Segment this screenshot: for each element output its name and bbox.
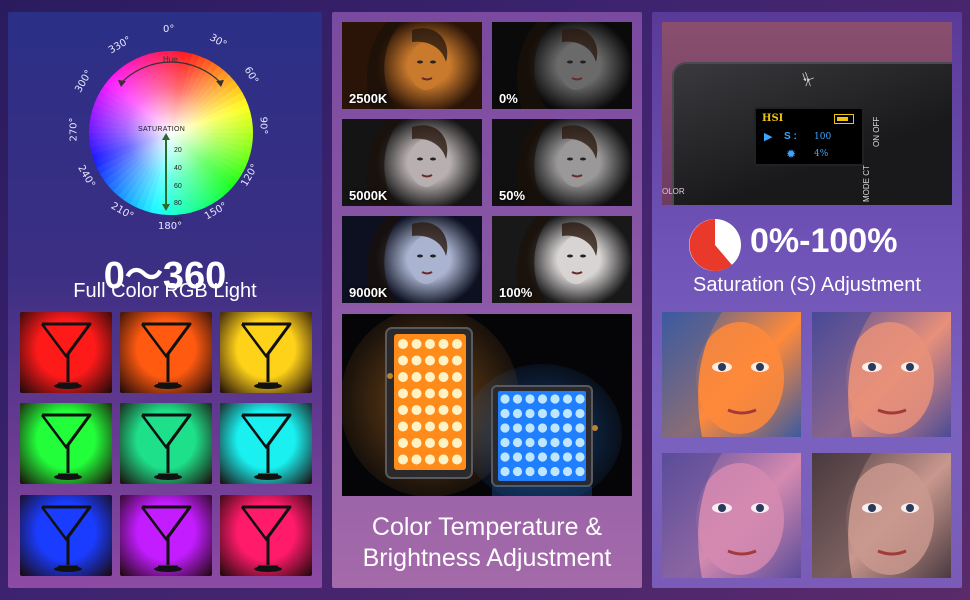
brightness-icon: ✹ — [786, 147, 797, 161]
portrait-photo: 50% — [492, 119, 632, 206]
glass-tile-orange — [120, 312, 212, 393]
hue-label: Hue — [163, 55, 178, 64]
selector-arrow-icon: ▶ — [764, 131, 773, 143]
rgb-subtitle: Full Color RGB Light — [73, 280, 257, 302]
portrait-label: 50% — [499, 188, 526, 203]
device-photo: ⏧ HSI ▶ S : 100 ✹ 4% ON OFF MODE CT OLOR — [662, 22, 952, 205]
saturation-tick: 20 — [174, 147, 182, 154]
saturation-tick: 40 — [174, 165, 182, 172]
saturation-portrait — [662, 312, 801, 437]
mode-ct-label: MODE CT — [862, 165, 871, 202]
caption-line-2: Brightness Adjustment — [362, 544, 612, 572]
color-wheel: Hue SATURATION 20 40 60 80 90 0° 30° 60°… — [66, 24, 276, 238]
temperature-caption: Color Temperature & Brightness Adjustmen… — [332, 512, 642, 574]
portrait-photo: 100% — [492, 216, 632, 303]
portrait-photo: 0% — [492, 22, 632, 109]
saturation-tick: 60 — [174, 183, 182, 190]
glass-tile-violet — [120, 495, 212, 576]
degree-label: 0° — [163, 24, 175, 35]
glass-tile-green — [20, 403, 112, 484]
saturation-tick: 80 — [174, 200, 182, 207]
portrait-label: 0% — [499, 91, 518, 106]
saturation-subtitle: Saturation (S) Adjustment — [693, 274, 921, 296]
glass-tile-red — [20, 312, 112, 393]
color-tag: OLOR — [662, 187, 685, 196]
oled-display: HSI ▶ S : 100 ✹ 4% — [754, 107, 864, 166]
temperature-panel: 2500K 0% 5000K 50% 9000K 100% Color Temp… — [332, 12, 642, 588]
glass-tile-pink — [220, 495, 312, 576]
degree-label: 270° — [68, 117, 80, 142]
degree-label: 180° — [158, 221, 183, 232]
oled-s-label: S : — [784, 131, 797, 142]
caption-line-1: Color Temperature & — [371, 513, 603, 541]
saturation-portrait — [812, 453, 951, 578]
degree-label: 90° — [257, 116, 269, 135]
rgb-panel: Hue SATURATION 20 40 60 80 90 0° 30° 60°… — [8, 12, 322, 588]
portrait-photo: 2500K — [342, 22, 482, 109]
portrait-photo: 5000K — [342, 119, 482, 206]
on-off-label: ON OFF — [872, 116, 881, 147]
saturation-portrait — [812, 312, 951, 437]
battery-icon — [834, 114, 854, 124]
oled-mode: HSI — [762, 113, 784, 124]
oled-s-value: 100 — [814, 132, 832, 142]
saturation-range-headline: 0%-100% — [750, 222, 898, 260]
glass-tile-cyan — [220, 403, 312, 484]
usb-icon: ⏧ — [802, 72, 815, 89]
portrait-label: 5000K — [349, 188, 388, 203]
portrait-label: 9000K — [349, 285, 388, 300]
saturation-panel: ⏧ HSI ▶ S : 100 ✹ 4% ON OFF MODE CT OLOR… — [652, 12, 962, 588]
glass-tile-yellow — [220, 312, 312, 393]
led-lights-photo — [342, 314, 632, 496]
glass-tile-teal — [120, 403, 212, 484]
portrait-label: 2500K — [349, 91, 388, 106]
saturation-pie-icon — [689, 219, 741, 271]
saturation-portrait — [662, 453, 801, 578]
glass-tile-blue — [20, 495, 112, 576]
saturation-title: SATURATION — [138, 126, 186, 133]
portrait-photo: 9000K — [342, 216, 482, 303]
oled-brightness-value: 4% — [814, 149, 829, 159]
portrait-label: 100% — [499, 285, 533, 300]
